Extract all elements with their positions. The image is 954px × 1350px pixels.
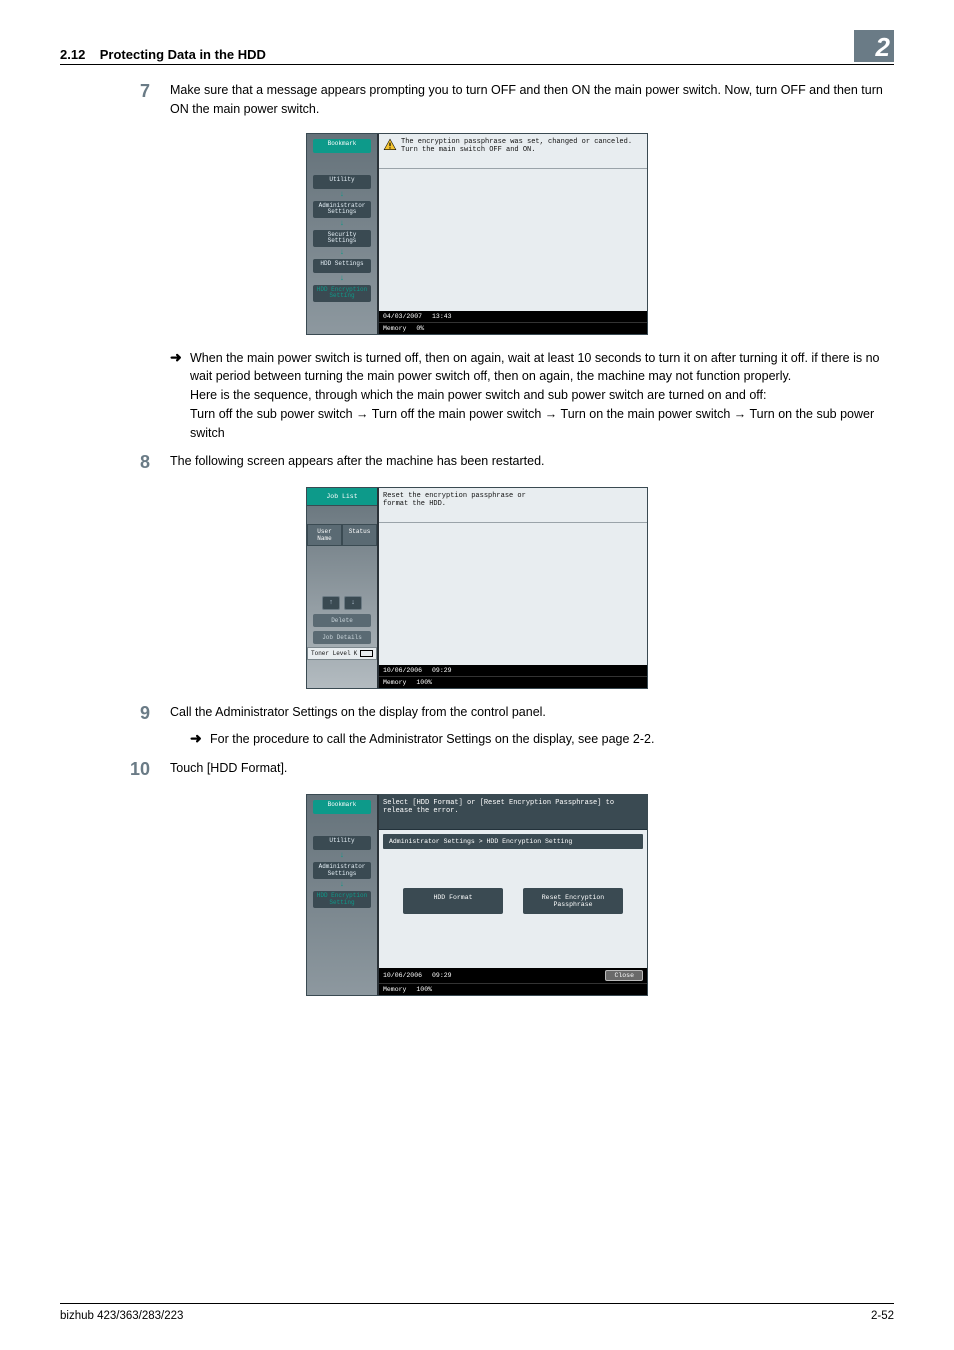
warning-message: The encryption passphrase was set, chang…	[401, 138, 632, 154]
memory-label: Memory	[383, 679, 406, 686]
note-text: For the procedure to call the Administra…	[210, 730, 894, 749]
status-bar: 10/06/2006 09:29 Close	[379, 968, 647, 983]
security-settings-button[interactable]: Security Settings	[313, 230, 371, 247]
bookmark-button[interactable]: Bookmark	[313, 800, 371, 814]
screenshot-2: Job List User Name Status ↑ ↓ Delete Job…	[60, 487, 894, 689]
status-time: 13:43	[432, 313, 452, 320]
status-bar-2: Memory 100%	[379, 676, 647, 688]
hdd-settings-button[interactable]: HDD Settings	[313, 259, 371, 273]
down-arrow-icon: ↓	[340, 853, 345, 859]
status-time: 09:29	[432, 667, 452, 674]
hdd-encryption-setting-button[interactable]: HDD Encryption Setting	[313, 285, 371, 302]
info-message: Reset the encryption passphrase or forma…	[383, 492, 526, 508]
step-text: Call the Administrator Settings on the d…	[170, 703, 894, 722]
down-arrow-icon: ↓	[340, 221, 345, 227]
down-arrow-icon: ↓	[340, 276, 345, 282]
step-number: 7	[60, 81, 170, 102]
up-arrow-button[interactable]: ↑	[322, 596, 340, 610]
utility-button[interactable]: Utility	[313, 175, 371, 189]
status-time: 09:29	[432, 972, 452, 979]
utility-button[interactable]: Utility	[313, 836, 371, 850]
administrator-settings-button[interactable]: Administrator Settings	[313, 201, 371, 218]
step-number: 8	[60, 452, 170, 473]
memory-value: 100%	[416, 986, 432, 993]
bullet-arrow-icon: ➜	[170, 349, 190, 366]
warning-line-1: The encryption passphrase was set, chang…	[401, 138, 632, 146]
delete-button[interactable]: Delete	[313, 614, 371, 627]
footer-page-number: 2-52	[871, 1310, 894, 1322]
note-p3: Turn off the sub power switch → Turn off…	[190, 407, 874, 440]
reset-encryption-passphrase-button[interactable]: Reset Encryption Passphrase	[523, 888, 623, 914]
close-button[interactable]: Close	[605, 970, 643, 981]
down-arrow-icon: ↓	[340, 192, 345, 198]
job-details-button[interactable]: Job Details	[313, 631, 371, 644]
section-number: 2.12	[60, 47, 85, 62]
user-name-col[interactable]: User Name	[307, 524, 342, 546]
instruction-message: Select [HDD Format] or [Reset Encryption…	[383, 799, 643, 815]
hdd-format-button[interactable]: HDD Format	[403, 888, 503, 914]
screenshot-1: Bookmark Utility ↓ Administrator Setting…	[60, 133, 894, 335]
toner-label: Toner Level	[311, 650, 351, 657]
memory-label: Memory	[383, 325, 406, 332]
toner-k: K	[354, 650, 358, 657]
down-arrow-icon: ↓	[340, 882, 345, 888]
memory-label: Memory	[383, 986, 406, 993]
info-line-2: format the HDD.	[383, 500, 526, 508]
status-date: 10/06/2006	[383, 972, 422, 979]
administrator-settings-button[interactable]: Administrator Settings	[313, 862, 371, 879]
step-7: 7 Make sure that a message appears promp…	[60, 81, 894, 119]
note-p1: When the main power switch is turned off…	[190, 351, 880, 384]
step-9-note: ➜ For the procedure to call the Administ…	[60, 730, 894, 749]
step-7-note: ➜ When the main power switch is turned o…	[60, 349, 894, 443]
screenshot-3: Bookmark Utility ↓ Administrator Setting…	[60, 794, 894, 996]
down-arrow-icon: ↓	[340, 250, 345, 256]
status-bar-2: Memory 100%	[379, 983, 647, 995]
status-bar: 10/06/2006 09:29	[379, 665, 647, 676]
page-footer: bizhub 423/363/283/223 2-52	[60, 1303, 894, 1322]
toner-bar	[360, 650, 373, 657]
step-9: 9 Call the Administrator Settings on the…	[60, 703, 894, 724]
status-date: 04/03/2007	[383, 313, 422, 320]
down-arrow-button[interactable]: ↓	[344, 596, 362, 610]
memory-value: 100%	[416, 679, 432, 686]
step-text: Make sure that a message appears prompti…	[170, 81, 894, 119]
section-heading: 2.12 Protecting Data in the HDD	[60, 47, 854, 62]
chapter-number-badge: 2	[854, 30, 894, 62]
step-10: 10 Touch [HDD Format].	[60, 759, 894, 780]
bookmark-button[interactable]: Bookmark	[313, 139, 371, 153]
section-title: Protecting Data in the HDD	[100, 47, 266, 62]
breadcrumb: Administrator Settings > HDD Encryption …	[383, 834, 643, 849]
toner-level: Toner Level K	[307, 647, 377, 660]
status-bar-2: Memory 0%	[379, 322, 647, 334]
hdd-encryption-setting-button[interactable]: HDD Encryption Setting	[313, 891, 371, 908]
note-p2: Here is the sequence, through which the …	[190, 388, 767, 402]
status-bar: 04/03/2007 13:43	[379, 311, 647, 322]
step-text: Touch [HDD Format].	[170, 759, 894, 778]
footer-model: bizhub 423/363/283/223	[60, 1310, 183, 1322]
job-list-tab[interactable]: Job List	[307, 488, 377, 506]
warning-icon	[383, 138, 397, 152]
status-date: 10/06/2006	[383, 667, 422, 674]
warning-line-2: Turn the main switch OFF and ON.	[401, 146, 632, 154]
status-col[interactable]: Status	[342, 524, 377, 546]
info-line-1: Reset the encryption passphrase or	[383, 492, 526, 500]
bullet-arrow-icon: ➜	[190, 730, 210, 747]
step-number: 10	[60, 759, 170, 780]
page-header: 2.12 Protecting Data in the HDD 2	[60, 30, 894, 65]
note-text: When the main power switch is turned off…	[190, 349, 894, 443]
memory-value: 0%	[416, 325, 424, 332]
step-8: 8 The following screen appears after the…	[60, 452, 894, 473]
step-text: The following screen appears after the m…	[170, 452, 894, 471]
step-number: 9	[60, 703, 170, 724]
